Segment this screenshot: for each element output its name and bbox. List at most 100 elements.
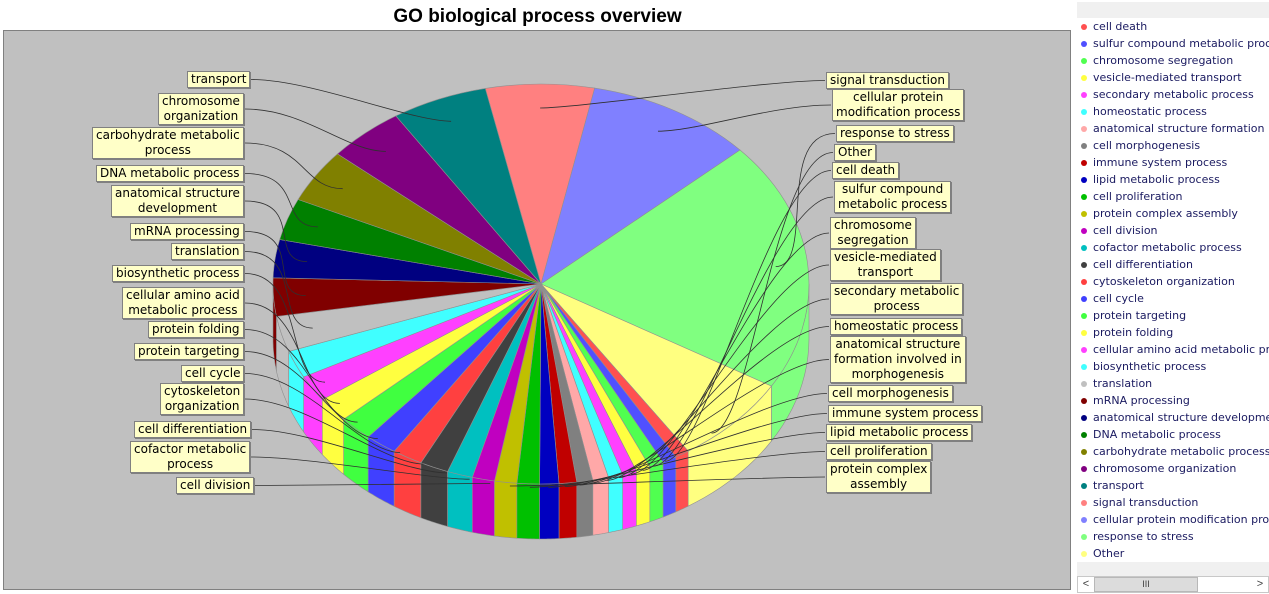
- legend-panel: cell death sulfur compound metabolic proc…: [1077, 0, 1269, 594]
- legend-swatch: [1081, 91, 1087, 98]
- pie-slice-side: [447, 471, 473, 533]
- pie-slice-side: [622, 470, 637, 530]
- callout-label: biosynthetic process: [112, 265, 244, 282]
- legend-swatch: [1081, 448, 1087, 455]
- legend-swatch: [1081, 295, 1087, 302]
- legend-swatch: [1081, 159, 1087, 166]
- callout-label: Other: [834, 144, 877, 161]
- legend-swatch: [1081, 482, 1087, 489]
- scroll-right-arrow-icon[interactable]: >: [1252, 577, 1268, 592]
- legend-label: cell division: [1093, 224, 1158, 237]
- legend-label: secondary metabolic process: [1093, 88, 1254, 101]
- callout-label: protein folding: [148, 321, 244, 338]
- legend-item: protein targeting: [1077, 307, 1269, 324]
- legend-item: mRNA processing: [1077, 392, 1269, 409]
- legend-item: anatomical structure development: [1077, 409, 1269, 426]
- legend-swatch: [1081, 57, 1087, 64]
- callout-label: transport: [187, 71, 251, 88]
- legend-label: cell death: [1093, 20, 1148, 33]
- legend-swatch: [1081, 329, 1087, 336]
- legend-item: cell cycle: [1077, 290, 1269, 307]
- legend-swatch: [1081, 431, 1087, 438]
- callout-label: anatomical structure development: [111, 185, 244, 217]
- chart-title: GO biological process overview: [393, 6, 682, 27]
- legend-label: protein folding: [1093, 326, 1174, 339]
- legend-swatch: [1081, 125, 1087, 132]
- legend-swatch: [1081, 142, 1087, 149]
- legend-label: cellular protein modification process: [1093, 513, 1269, 526]
- pie-slice-side: [420, 462, 448, 527]
- pie-slice-side: [576, 479, 594, 538]
- callout-label: response to stress: [836, 125, 954, 142]
- legend-item: vesicle-mediated transport: [1077, 69, 1269, 86]
- scrollbar-track[interactable]: III: [1094, 577, 1252, 592]
- legend-item: cofactor metabolic process: [1077, 239, 1269, 256]
- legend-item: homeostatic process: [1077, 103, 1269, 120]
- legend-item: response to stress: [1077, 528, 1269, 545]
- legend-item: chromosome organization: [1077, 460, 1269, 477]
- legend-swatch: [1081, 210, 1087, 217]
- legend-label: chromosome segregation: [1093, 54, 1234, 67]
- callout-label: sulfur compound metabolic process: [834, 181, 952, 213]
- callout-label: protein complex assembly: [826, 461, 932, 493]
- callout-label: secondary metabolic process: [830, 283, 964, 315]
- pie-slice-side: [516, 482, 540, 540]
- pie-slice-side: [472, 476, 495, 537]
- legend-swatch: [1081, 499, 1087, 506]
- legend-swatch: [1081, 363, 1087, 370]
- callout-label: vesicle-mediated transport: [830, 249, 941, 281]
- legend-label: anatomical structure development: [1093, 411, 1269, 424]
- legend-label: chromosome organization: [1093, 462, 1237, 475]
- legend-swatch: [1081, 465, 1087, 472]
- scroll-left-arrow-icon[interactable]: <: [1078, 577, 1094, 592]
- legend-swatch: [1081, 516, 1087, 523]
- legend-item: carbohydrate metabolic process: [1077, 443, 1269, 460]
- legend-label: vesicle-mediated transport: [1093, 71, 1242, 84]
- callout-label: DNA metabolic process: [96, 165, 244, 182]
- callout-label: carbohydrate metabolic process: [92, 127, 244, 159]
- callout-label: cell death: [832, 162, 900, 179]
- legend-swatch: [1081, 74, 1087, 81]
- legend-horizontal-scrollbar[interactable]: < III >: [1077, 576, 1269, 593]
- callout-label: cofactor metabolic process: [130, 441, 251, 473]
- callout-label: chromosome organization: [158, 93, 244, 125]
- legend-label: cell proliferation: [1093, 190, 1183, 203]
- callout-label: cell division: [176, 477, 255, 494]
- legend-item: Other: [1077, 545, 1269, 562]
- pie-slice-side: [662, 456, 677, 518]
- legend-swatch: [1081, 108, 1087, 115]
- callout-label: chromosome segregation: [830, 217, 916, 249]
- callout-label: anatomical structure formation involved …: [830, 336, 966, 383]
- legend-item: protein complex assembly: [1077, 205, 1269, 222]
- legend-swatch: [1081, 397, 1087, 404]
- legend-swatch: [1081, 414, 1087, 421]
- legend-label: cytoskeleton organization: [1093, 275, 1235, 288]
- pie-slice-side: [636, 466, 651, 527]
- legend-swatch: [1081, 23, 1087, 30]
- legend-label: sulfur compound metabolic process: [1093, 37, 1269, 50]
- callout-label: cellular amino acid metabolic process: [122, 287, 244, 319]
- legend-swatch: [1081, 312, 1087, 319]
- legend-swatch: [1081, 244, 1087, 251]
- pie-slice-side: [494, 480, 518, 539]
- legend-swatch: [1081, 533, 1087, 540]
- legend-item: immune system process: [1077, 154, 1269, 171]
- legend-item: cell proliferation: [1077, 188, 1269, 205]
- callout-label: lipid metabolic process: [826, 424, 973, 441]
- legend-item: transport: [1077, 477, 1269, 494]
- legend-label: transport: [1093, 479, 1144, 492]
- legend-label: translation: [1093, 377, 1153, 390]
- legend-item: cell differentiation: [1077, 256, 1269, 273]
- legend-swatch: [1081, 346, 1087, 353]
- legend-swatch: [1081, 193, 1087, 200]
- plot-area: signal transductioncellular protein modi…: [3, 30, 1071, 590]
- callout-label: cellular protein modification process: [832, 89, 965, 121]
- legend-item: protein folding: [1077, 324, 1269, 341]
- legend-label: cell differentiation: [1093, 258, 1194, 271]
- scrollbar-thumb[interactable]: III: [1094, 577, 1198, 592]
- legend-item: translation: [1077, 375, 1269, 392]
- legend-swatch: [1081, 176, 1087, 183]
- legend-item: cellular amino acid metabolic process: [1077, 341, 1269, 358]
- legend-label: Other: [1093, 547, 1125, 560]
- legend-item: sulfur compound metabolic process: [1077, 35, 1269, 52]
